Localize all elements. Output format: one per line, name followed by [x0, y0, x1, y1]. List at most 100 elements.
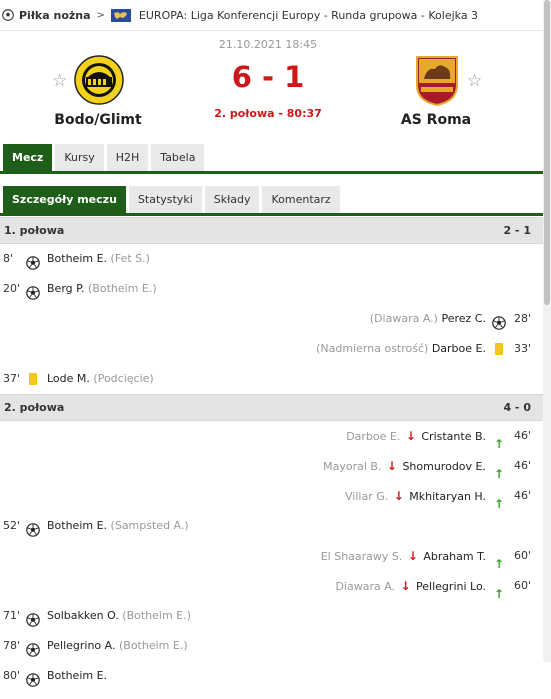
player-out-name[interactable]: Mayoral B. — [323, 460, 381, 473]
as-roma-logo[interactable] — [415, 55, 459, 107]
event-minute: 28' — [513, 312, 531, 325]
tabs-underline — [0, 171, 543, 174]
goal-icon — [26, 252, 40, 270]
event-text: Darboe E. ↓ Cristante B. — [346, 421, 486, 452]
event-row: 46' ↑ Mayoral B. ↓ Shomurodov E. — [0, 451, 543, 481]
event-text: (Nadmierna ostrość) Darboe E. — [316, 334, 486, 364]
event-minute: 71' — [3, 609, 21, 622]
player-name[interactable]: Pellegrino A. — [47, 639, 115, 652]
event-row: 78' Pellegrino A. (Botheim E.) — [0, 631, 543, 661]
event-detail: (Botheim E.) — [88, 282, 157, 295]
match-date: 21.10.2021 18:45 — [218, 38, 318, 51]
event-row: 52' Botheim E. (Sampsted A.) — [0, 511, 543, 541]
breadcrumb-competition[interactable]: EUROPA: Liga Konferencji Europy - Runda … — [139, 9, 478, 22]
period-header: 2. połowa 4 - 0 — [0, 394, 543, 421]
player-name[interactable]: Botheim E. — [47, 669, 107, 682]
player-name[interactable]: Lode M. — [47, 372, 90, 385]
goal-icon — [26, 609, 40, 627]
player-out-name[interactable]: El Shaarawy S. — [321, 550, 403, 563]
player-name[interactable]: Botheim E. — [47, 252, 107, 265]
event-detail: (Diawara A.) — [369, 312, 438, 325]
player-out-name[interactable]: Darboe E. — [346, 430, 400, 443]
tab-tabela[interactable]: Tabela — [151, 144, 205, 172]
main-tabs: Mecz Kursy H2H Tabela — [0, 144, 205, 172]
event-detail: (Botheim E.) — [122, 609, 191, 622]
player-in-name[interactable]: Shomurodov E. — [402, 460, 486, 473]
favorite-away-star-icon[interactable]: ☆ — [467, 73, 482, 90]
event-detail: (Botheim E.) — [118, 639, 188, 652]
substitution-out-icon: ↓ — [400, 579, 411, 593]
event-minute: 20' — [3, 282, 21, 295]
event-minute: 33' — [513, 342, 531, 355]
tab-szczegoly-meczu[interactable]: Szczegóły meczu — [3, 186, 126, 214]
substitution-out-icon: ↓ — [393, 489, 404, 503]
scrollbar-thumb[interactable] — [544, 0, 550, 305]
goal-icon — [492, 312, 506, 330]
event-minute: 46' — [513, 459, 531, 472]
home-team-name[interactable]: Bodo/Glimt — [40, 112, 156, 128]
tab-komentarz[interactable]: Komentarz — [262, 186, 340, 214]
player-out-name[interactable]: Diawara A. — [335, 580, 395, 593]
match-status: 2. połowa - 80:37 — [214, 107, 322, 120]
player-out-name[interactable]: Villar G. — [345, 490, 388, 503]
tab-mecz[interactable]: Mecz — [3, 144, 53, 172]
event-minute: 8' — [3, 252, 14, 265]
event-text: Botheim E. (Sampsted A.) — [47, 511, 189, 541]
substitution-out-icon: ↓ — [405, 429, 416, 443]
event-text: Pellegrino A. (Botheim E.) — [47, 631, 188, 661]
event-text: Lode M. (Podcięcie) — [47, 364, 154, 394]
substitution-in-icon: ↑ — [493, 497, 505, 511]
player-name[interactable]: Botheim E. — [47, 519, 107, 532]
event-text: El Shaarawy S. ↓ Abraham T. — [321, 541, 486, 572]
player-name[interactable]: Perez C. — [441, 312, 486, 325]
event-minute: 78' — [3, 639, 21, 652]
goal-icon — [26, 669, 40, 687]
breadcrumb-sport[interactable]: Piłka nożna — [19, 9, 91, 22]
period-title: 1. połowa — [4, 224, 65, 237]
player-name[interactable]: Solbakken O. — [47, 609, 119, 622]
yellow-card-icon — [26, 372, 40, 386]
event-row: 80' Botheim E. — [0, 661, 543, 691]
sub-tabs: Szczegóły meczu Statystyki Składy Koment… — [0, 186, 340, 214]
player-name[interactable]: Darboe E. — [432, 342, 486, 355]
away-team-name[interactable]: AS Roma — [380, 112, 492, 128]
event-row: 20' Berg P. (Botheim E.) — [0, 274, 543, 304]
bodo-glimt-logo[interactable] — [74, 55, 124, 105]
player-name[interactable]: Berg P. — [47, 282, 85, 295]
tab-sklady[interactable]: Składy — [204, 186, 260, 214]
player-in-name[interactable]: Cristante B. — [421, 430, 486, 443]
tab-kursy[interactable]: Kursy — [55, 144, 104, 172]
event-row: 60' ↑ El Shaarawy S. ↓ Abraham T. — [0, 541, 543, 571]
player-in-name[interactable]: Mkhitaryan H. — [409, 490, 486, 503]
event-minute: 46' — [513, 429, 531, 442]
event-text: Mayoral B. ↓ Shomurodov E. — [323, 451, 486, 482]
event-text: Botheim E. — [47, 661, 107, 691]
event-minute: 46' — [513, 489, 531, 502]
yellow-card-icon — [492, 342, 506, 356]
event-text: Diawara A. ↓ Pellegrini Lo. — [335, 571, 486, 602]
substitution-in-icon: ↑ — [493, 557, 505, 571]
event-detail: (Fet S.) — [110, 252, 150, 265]
breadcrumb: Piłka nożna > EUROPA: Liga Konferencji E… — [0, 0, 543, 30]
tab-h2h[interactable]: H2H — [106, 144, 149, 172]
match-score: 6 - 1 — [231, 60, 305, 94]
event-row: 60' ↑ Diawara A. ↓ Pellegrini Lo. — [0, 571, 543, 601]
event-row: 46' ↑ Darboe E. ↓ Cristante B. — [0, 421, 543, 451]
player-in-name[interactable]: Abraham T. — [423, 550, 486, 563]
event-detail: (Sampsted A.) — [110, 519, 189, 532]
event-row: 37' Lode M. (Podcięcie) — [0, 364, 543, 394]
event-minute: 37' — [3, 372, 21, 385]
event-row: 33' (Nadmierna ostrość) Darboe E. — [0, 334, 543, 364]
event-minute: 80' — [3, 669, 21, 682]
period-header: 1. połowa 2 - 1 — [0, 217, 543, 244]
period-title: 2. połowa — [4, 401, 65, 414]
favorite-home-star-icon[interactable]: ☆ — [52, 73, 67, 90]
breadcrumb-separator: > — [96, 9, 105, 21]
period-score: 4 - 0 — [503, 401, 531, 414]
event-text: Villar G. ↓ Mkhitaryan H. — [345, 481, 486, 512]
tab-statystyki[interactable]: Statystyki — [128, 186, 202, 214]
event-minute: 60' — [513, 549, 531, 562]
player-in-name[interactable]: Pellegrini Lo. — [416, 580, 486, 593]
europe-flag-icon — [110, 8, 131, 22]
substitution-out-icon: ↓ — [407, 549, 418, 563]
